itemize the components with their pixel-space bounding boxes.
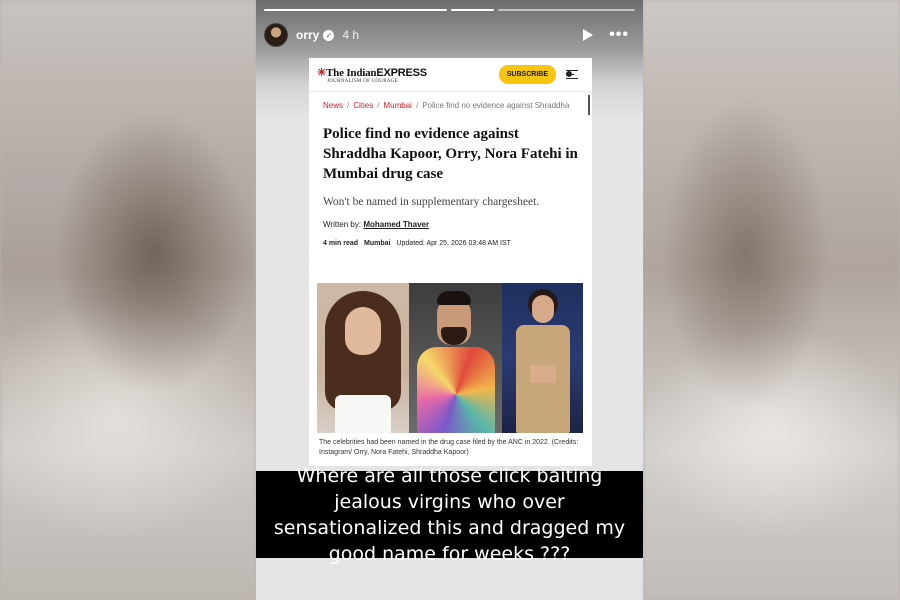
- story-progress-bar: [264, 9, 635, 11]
- breadcrumb-mumbai[interactable]: Mumbai: [384, 101, 412, 110]
- read-time: 4 min read: [323, 240, 359, 247]
- more-options-icon[interactable]: •••: [609, 26, 629, 44]
- post-time: 4 h: [342, 28, 360, 42]
- blurred-background-right: [643, 0, 900, 600]
- breadcrumb: News / Cities / Mumbai / Police find no eviden…: [323, 101, 570, 110]
- progress-segment-2: [450, 9, 494, 11]
- author-link[interactable]: Mohamed Thaver: [363, 220, 429, 229]
- photo-panel-left: [317, 283, 409, 433]
- avatar[interactable]: [264, 23, 288, 47]
- progress-segment-1: [264, 9, 447, 11]
- verified-badge-icon: ✓: [323, 29, 335, 41]
- scroll-indicator: [588, 95, 590, 115]
- progress-segment-3: [497, 9, 635, 11]
- subscribe-button[interactable]: SUBSCRIBE: [498, 65, 556, 84]
- updated-timestamp: Updated: Apr 25, 2026 03:48 AM IST: [396, 240, 511, 247]
- breadcrumb-news[interactable]: News: [323, 101, 343, 110]
- username[interactable]: orry: [296, 28, 319, 42]
- photo-panel-right: [502, 283, 583, 433]
- overlay-text: Where are all those click baiting jealou…: [273, 464, 626, 565]
- article-subheadline: Won't be named in supplementary chargesh…: [323, 196, 540, 208]
- story-frame[interactable]: orry ✓ 4 h ••• ✳The IndianEXPRESS JOURNA…: [256, 0, 643, 600]
- story-header: orry ✓ 4 h •••: [264, 22, 635, 48]
- breadcrumb-current: Police find no evidence against Shraddha: [422, 101, 570, 110]
- story-text-overlay: Where are all those click baiting jealou…: [256, 465, 643, 565]
- breadcrumb-cities[interactable]: Cities: [353, 101, 373, 110]
- article-photo: [317, 283, 583, 433]
- publication-logo: ✳The IndianEXPRESS JOURNALISM OF COURAGE: [317, 66, 427, 84]
- publication-header: ✳The IndianEXPRESS JOURNALISM OF COURAGE…: [309, 58, 592, 92]
- play-icon[interactable]: [583, 29, 594, 41]
- article-screenshot: ✳The IndianEXPRESS JOURNALISM OF COURAGE…: [309, 58, 592, 466]
- menu-search-icon[interactable]: [566, 69, 582, 81]
- byline: Written by: Mohamed Thaver: [323, 220, 430, 229]
- article-meta: 4 min read Mumbai Updated: Apr 25, 2026 03…: [309, 229, 592, 247]
- dateline-location: Mumbai: [364, 240, 391, 247]
- photo-panel-center: [409, 283, 502, 433]
- publication-tagline: JOURNALISM OF COURAGE: [327, 78, 399, 84]
- article-headline: Police find no evidence against Shraddha…: [323, 126, 578, 182]
- blurred-background-left: [0, 0, 256, 600]
- photo-caption: The celebrities had been named in the dr…: [319, 439, 579, 456]
